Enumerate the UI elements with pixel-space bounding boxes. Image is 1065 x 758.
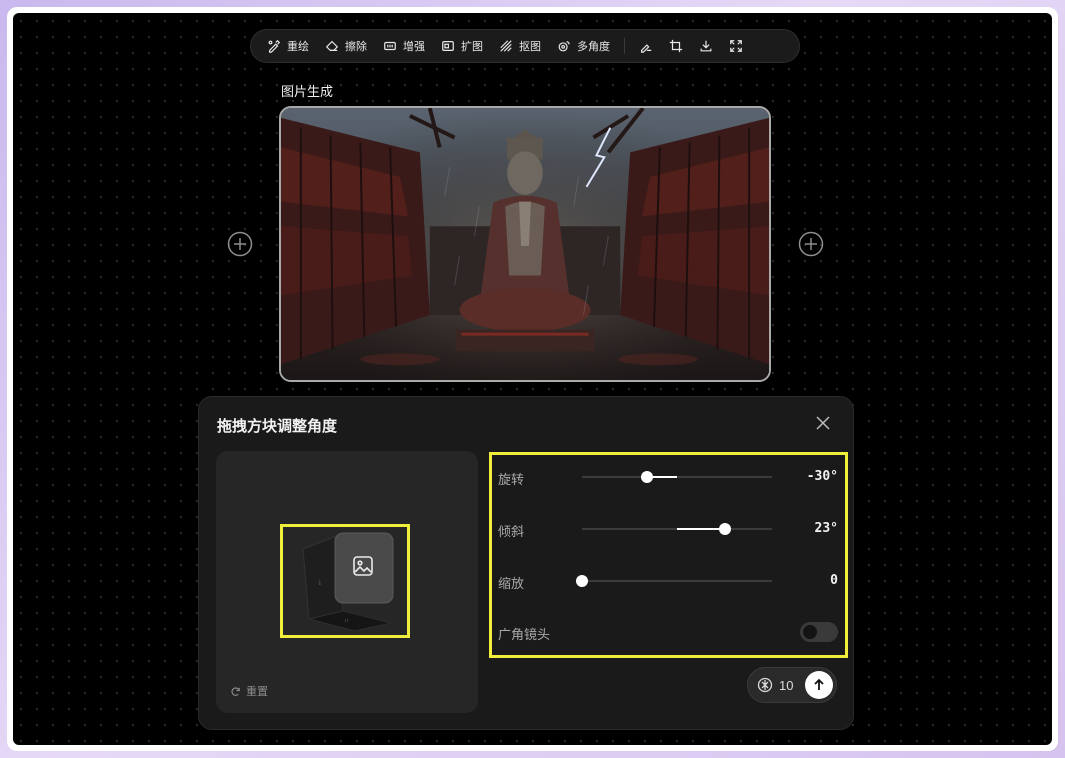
fullscreen-button[interactable] [721, 33, 751, 59]
toolbar-divider [624, 38, 625, 54]
reset-button[interactable]: 重置 [230, 683, 268, 699]
wide-angle-control: 广角镜头 [498, 622, 838, 642]
plus-circle-icon [798, 231, 824, 257]
generate-pill: 10 [747, 667, 837, 703]
download-button[interactable] [691, 33, 721, 59]
cutout-icon [500, 40, 512, 52]
image-node-title: 图片生成 [281, 84, 334, 99]
zoom-value: 0 [830, 573, 838, 588]
hd-enhance-icon [384, 41, 396, 51]
zoom-control: 缩放 0 [498, 571, 838, 591]
rotate-value: -30° [806, 469, 838, 484]
arrow-up-icon [814, 678, 824, 690]
infinite-canvas[interactable]: 重绘 擦除 增强 扩图 抠图 多角度 图片生成 拖拽方块调整角度 ↓ 〃 重置 … [13, 13, 1052, 745]
refresh-icon [231, 686, 240, 696]
wide-angle-label: 广角镜头 [498, 627, 551, 642]
close-icon[interactable] [815, 415, 831, 431]
enhance-button[interactable]: 增强 [375, 33, 433, 59]
eraser-icon [325, 40, 339, 51]
svg-text:〃: 〃 [343, 617, 350, 625]
crop-icon [669, 39, 683, 53]
draggable-cube[interactable]: ↓ 〃 [283, 527, 407, 635]
credit-icon [757, 677, 773, 693]
tilt-slider[interactable] [582, 523, 772, 535]
toggle-knob [803, 625, 817, 639]
repaint-label: 重绘 [287, 41, 309, 53]
tilt-slider-fill [677, 528, 725, 530]
cube-highlight: ↓ 〃 [280, 524, 410, 638]
zoom-slider-thumb[interactable] [576, 575, 588, 587]
svg-text:↓: ↓ [317, 579, 323, 587]
multi-angle-button[interactable]: 多角度 [549, 33, 618, 59]
tilt-label: 倾斜 [498, 524, 525, 539]
enhance-label: 增强 [403, 41, 425, 53]
cutout-label: 抠图 [519, 41, 541, 53]
zoom-slider[interactable] [576, 575, 772, 587]
expand-image-icon [442, 41, 454, 51]
temple-statue-image [281, 108, 769, 380]
plus-circle-icon [227, 231, 253, 257]
multi-angle-panel: 拖拽方块调整角度 ↓ 〃 重置 旋转 -30° 倾斜 23° 缩放 0 广角镜头… [198, 396, 854, 730]
angle-preview: ↓ 〃 重置 [216, 451, 478, 713]
tilt-control: 倾斜 23° [498, 519, 838, 539]
brush-edit-icon [641, 44, 652, 53]
add-right-button[interactable] [798, 231, 824, 257]
panel-title: 拖拽方块调整角度 [217, 418, 338, 435]
multi-angle-label: 多角度 [577, 41, 610, 53]
add-left-button[interactable] [227, 231, 253, 257]
repaint-button[interactable]: 重绘 [259, 33, 317, 59]
zoom-label: 缩放 [498, 576, 525, 591]
multi-angle-icon [558, 41, 570, 52]
reset-label: 重置 [246, 686, 268, 698]
angle-controls: 旋转 -30° 倾斜 23° 缩放 0 广角镜头 [489, 452, 848, 658]
rotate-control: 旋转 -30° [498, 467, 838, 487]
tilt-value: 23° [814, 521, 838, 536]
cutout-button[interactable]: 抠图 [491, 33, 549, 59]
rotate-slider[interactable] [582, 471, 772, 483]
generated-image[interactable] [279, 106, 771, 382]
erase-button[interactable]: 擦除 [317, 33, 375, 59]
erase-label: 擦除 [345, 41, 367, 53]
expand-label: 扩图 [461, 41, 483, 53]
repaint-icon [268, 39, 281, 53]
credit-count: 10 [779, 678, 794, 693]
crop-button[interactable] [661, 33, 691, 59]
rotate-label: 旋转 [498, 472, 525, 487]
tilt-slider-thumb[interactable] [718, 523, 731, 535]
brush-edit-button[interactable] [631, 33, 661, 59]
send-button[interactable] [805, 671, 833, 699]
rotate-slider-thumb[interactable] [640, 471, 653, 483]
expand-button[interactable]: 扩图 [433, 33, 491, 59]
wide-angle-toggle[interactable] [800, 622, 838, 642]
image-toolbar: 重绘 擦除 增强 扩图 抠图 多角度 [250, 29, 800, 63]
download-icon [700, 40, 712, 52]
fullscreen-icon [730, 40, 742, 52]
